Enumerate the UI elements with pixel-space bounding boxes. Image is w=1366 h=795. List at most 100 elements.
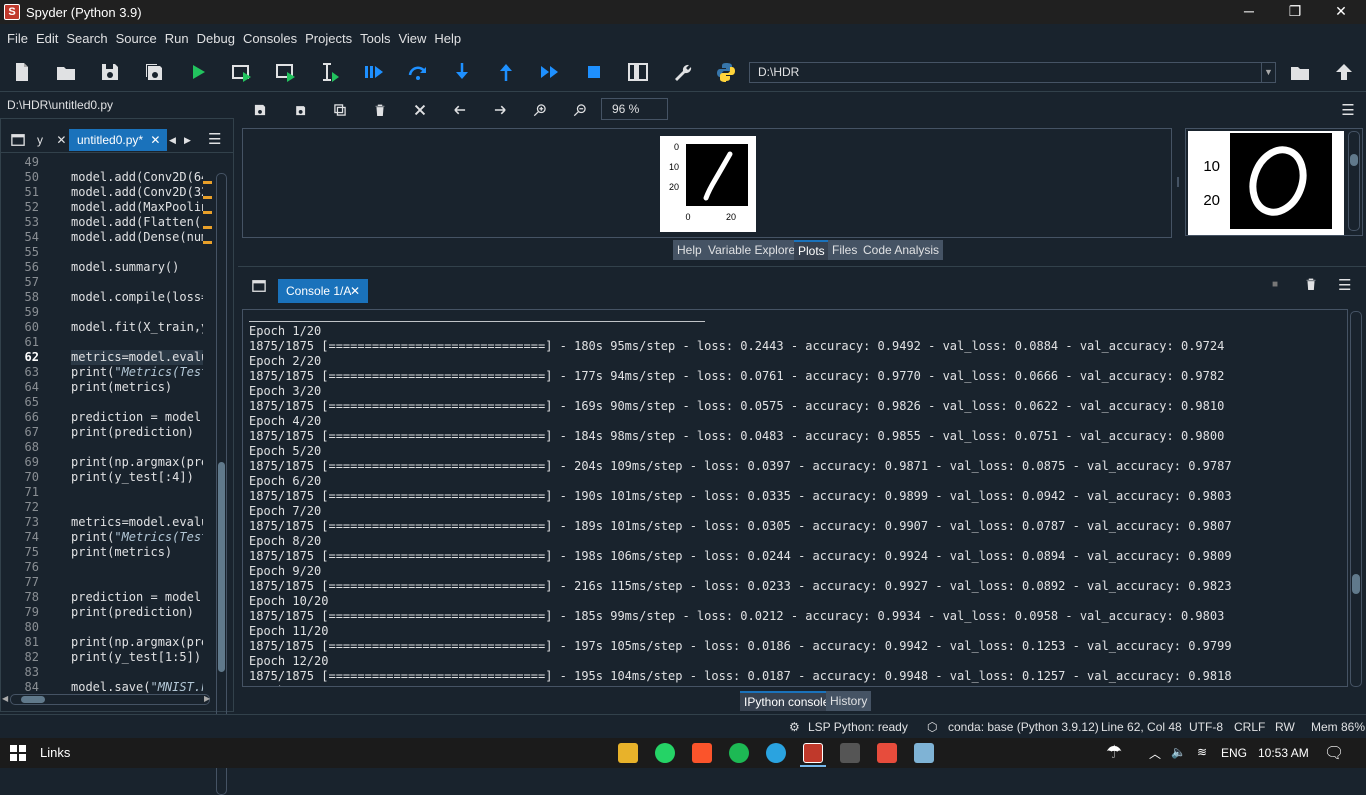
code-line[interactable] [71,665,203,680]
browse-folder-icon[interactable] [1288,60,1312,84]
spotify-icon[interactable] [729,743,749,763]
close-button[interactable]: ✕ [1318,0,1364,24]
zoom-level-field[interactable]: 96 % [601,98,668,120]
code-line[interactable]: prediction = model [71,590,203,605]
splitter-handle[interactable] [1177,177,1179,187]
code-line[interactable]: model.add(Conv2D(32 [71,185,203,200]
code-line[interactable] [71,305,203,320]
code-area[interactable]: model.add(Conv2D(64 model.add(Conv2D(32 mo… [71,155,203,695]
clock[interactable]: 10:53 AM [1258,746,1309,760]
brave-browser-icon[interactable] [692,743,712,763]
menu-debug[interactable]: Debug [197,31,235,46]
menu-source[interactable]: Source [116,31,157,46]
terminal-icon[interactable] [840,743,860,763]
console-output[interactable]: Epoch 1/20 1875/1875 [===================… [242,309,1348,687]
lsp-status[interactable]: LSP Python: ready [808,720,908,734]
code-line[interactable] [71,245,203,260]
tab-variable-explorer[interactable]: Variable Explorer [704,240,804,260]
save-all-icon[interactable] [142,60,166,84]
menu-file[interactable]: File [7,31,28,46]
tab-plots[interactable]: Plots [794,240,829,260]
chevron-down-icon[interactable]: ▼ [1261,63,1275,82]
plots-options-menu-icon[interactable]: ☰ [1336,98,1360,122]
code-line[interactable]: model.add(Conv2D(64 [71,170,203,185]
zoom-out-icon[interactable] [568,98,592,122]
thumbnail-plot[interactable]: 10 20 [1188,131,1344,235]
input-language[interactable]: ENG [1221,746,1247,760]
working-directory-combobox[interactable]: D:\HDR ▼ [749,62,1276,83]
save-all-plots-icon[interactable] [288,98,312,122]
code-line[interactable] [71,395,203,410]
taskbar-search-label[interactable]: Links [40,745,70,760]
save-plot-icon[interactable] [248,98,272,122]
code-line[interactable] [71,575,203,590]
console-options-menu-icon[interactable]: ☰ [1338,276,1351,294]
step-return-icon[interactable] [494,60,518,84]
chevron-right-icon[interactable]: ▶ [184,129,191,151]
minimize-button[interactable]: ─ [1226,0,1272,24]
copy-plot-icon[interactable] [328,98,352,122]
code-line[interactable]: metrics=model.evalu [71,350,203,365]
menu-search[interactable]: Search [66,31,107,46]
step-into-icon[interactable] [450,60,474,84]
zoom-in-icon[interactable] [528,98,552,122]
tab-history[interactable]: History [826,691,872,711]
code-line[interactable]: model.fit(X_train,y [71,320,203,335]
maximize-button[interactable]: ❐ [1272,0,1318,24]
file-explorer-icon[interactable] [618,743,638,763]
browse-consoles-icon[interactable] [252,279,268,295]
code-line[interactable]: prediction = model [71,410,203,425]
close-icon[interactable]: ✕ [56,133,66,147]
stop-kernel-icon[interactable]: ■ [1272,279,1282,290]
code-line[interactable] [71,500,203,515]
weather-icon[interactable]: ☂ [1106,742,1122,763]
code-line[interactable] [71,335,203,350]
scrollbar-thumb[interactable] [21,696,45,703]
run-cell-icon[interactable] [230,60,254,84]
code-line[interactable] [71,560,203,575]
code-line[interactable]: model.add(MaxPoolin [71,200,203,215]
code-line[interactable]: print("Metrics(Test [71,530,203,545]
menu-projects[interactable]: Projects [305,31,352,46]
close-icon[interactable]: ✕ [150,133,160,147]
editor-vertical-scrollbar[interactable] [216,173,227,795]
scrollbar-thumb[interactable] [218,462,225,672]
browse-tabs-icon[interactable] [11,129,27,151]
menu-edit[interactable]: Edit [36,31,58,46]
code-line[interactable]: print(np.argmax(pre [71,455,203,470]
parent-directory-icon[interactable] [1332,60,1356,84]
maximize-pane-icon[interactable] [626,60,650,84]
editor-tab-active[interactable]: untitled0.py* ✕ [69,129,167,151]
code-line[interactable] [71,620,203,635]
code-line[interactable]: metrics=model.evalu [71,515,203,530]
clear-console-icon[interactable] [1304,276,1318,292]
run-icon[interactable] [186,60,210,84]
scroll-left-icon[interactable]: ◀ [2,694,8,703]
code-line[interactable] [71,485,203,500]
chevron-left-icon[interactable]: ◀ [169,129,176,151]
scroll-right-icon[interactable]: ▶ [204,694,210,703]
app-icon[interactable] [877,743,897,763]
open-folder-icon[interactable] [54,60,78,84]
editor-horizontal-scrollbar[interactable] [10,694,210,705]
previous-plot-icon[interactable] [448,98,472,122]
tab-code-analysis[interactable]: Code Analysis [859,240,944,260]
tab-help[interactable]: Help [673,240,706,260]
code-line[interactable]: print(metrics) [71,545,203,560]
code-line[interactable]: print(y_test[:4]) [71,470,203,485]
code-line[interactable] [71,275,203,290]
stop-debug-icon[interactable] [582,60,606,84]
code-line[interactable]: print(prediction) [71,425,203,440]
code-line[interactable]: print(prediction) [71,605,203,620]
telegram-icon[interactable] [766,743,786,763]
close-icon[interactable]: ✕ [350,279,360,303]
code-line[interactable]: print("Metrics(Test [71,365,203,380]
tab-files[interactable]: Files [828,240,862,260]
code-line[interactable]: print(y_test[1:5]) [71,650,203,665]
wifi-icon[interactable]: ≋ [1197,745,1207,759]
code-line[interactable] [71,440,203,455]
tab-ipython-console[interactable]: IPython console [740,691,834,711]
notification-icon[interactable]: 🗨 [1324,743,1344,763]
code-line[interactable]: model.summary() [71,260,203,275]
save-icon[interactable] [98,60,122,84]
